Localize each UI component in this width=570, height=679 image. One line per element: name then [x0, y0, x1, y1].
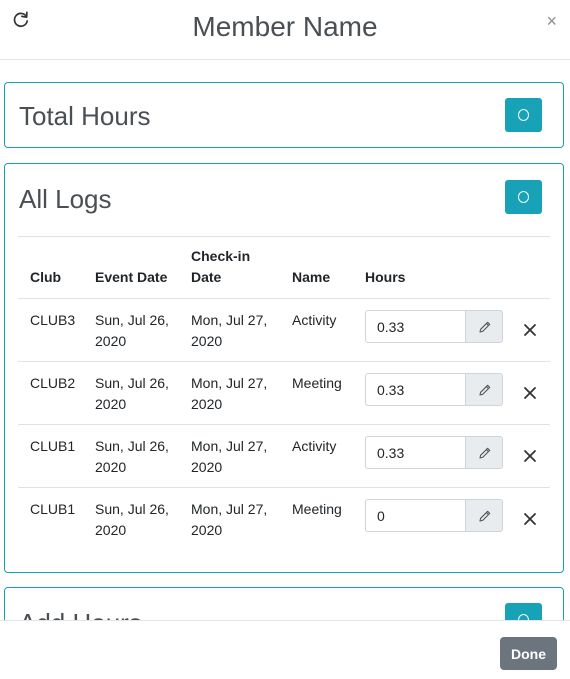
column-header-hours: Hours [365, 269, 406, 285]
hours-input-group [365, 499, 503, 532]
cell-event-date: Sun, Jul 26, 2020 [95, 501, 169, 538]
add-hours-toggle-button[interactable] [505, 603, 542, 620]
cell-checkin-date: Mon, Jul 27, 2020 [191, 501, 268, 538]
column-header-club: Club [30, 269, 62, 285]
cell-club: CLUB1 [30, 501, 76, 517]
cell-checkin-date: Mon, Jul 27, 2020 [191, 438, 268, 475]
edit-hours-button[interactable] [465, 499, 503, 532]
pencil-icon [479, 510, 491, 522]
add-hours-title: Add Hours [19, 608, 142, 620]
total-hours-title: Total Hours [19, 101, 151, 131]
cell-club: CLUB2 [30, 375, 76, 391]
circle-icon [518, 191, 529, 203]
cell-name: Activity [292, 312, 337, 328]
table-row: CLUB3 Sun, Jul 26, 2020 Mon, Jul 27, 202… [18, 299, 550, 362]
total-hours-toggle-button[interactable] [505, 98, 542, 132]
column-header-event-date: Event Date [95, 269, 168, 285]
pencil-icon [479, 447, 491, 459]
cell-name: Meeting [292, 375, 342, 391]
table-row: CLUB2 Sun, Jul 26, 2020 Mon, Jul 27, 202… [18, 362, 550, 425]
hours-input[interactable] [365, 499, 466, 532]
pencil-icon [479, 321, 491, 333]
all-logs-card: All Logs Club Event Date Check-in Date N… [4, 163, 564, 573]
hours-input-group [365, 436, 503, 469]
circle-icon [518, 109, 529, 121]
hours-input[interactable] [365, 310, 466, 343]
column-header-checkin-date: Check-in Date [191, 248, 251, 285]
column-header-name: Name [292, 269, 331, 285]
cell-event-date: Sun, Jul 26, 2020 [95, 375, 169, 412]
cell-checkin-date: Mon, Jul 27, 2020 [191, 375, 268, 412]
delete-log-icon[interactable] [523, 386, 537, 400]
cell-name: Activity [292, 438, 337, 454]
hours-input-group [365, 373, 503, 406]
cell-event-date: Sun, Jul 26, 2020 [95, 438, 169, 475]
table-header: Club Event Date Check-in Date Name Hours [18, 236, 550, 299]
add-hours-card: Add Hours [4, 587, 564, 620]
logs-table: Club Event Date Check-in Date Name Hours… [18, 236, 550, 551]
delete-log-icon[interactable] [523, 512, 537, 526]
hours-input[interactable] [365, 436, 466, 469]
all-logs-title: All Logs [19, 184, 112, 214]
pencil-icon [479, 384, 491, 396]
cell-name: Meeting [292, 501, 342, 517]
modal-header: Member Name × [0, 0, 570, 60]
table-row: CLUB1 Sun, Jul 26, 2020 Mon, Jul 27, 202… [18, 488, 550, 551]
all-logs-toggle-button[interactable] [505, 180, 542, 214]
hours-input[interactable] [365, 373, 466, 406]
delete-log-icon[interactable] [523, 323, 537, 337]
edit-hours-button[interactable] [465, 373, 503, 406]
edit-hours-button[interactable] [465, 436, 503, 469]
close-icon[interactable]: × [546, 12, 557, 30]
edit-hours-button[interactable] [465, 310, 503, 343]
cell-club: CLUB3 [30, 312, 76, 328]
table-row: CLUB1 Sun, Jul 26, 2020 Mon, Jul 27, 202… [18, 425, 550, 488]
cell-checkin-date: Mon, Jul 27, 2020 [191, 312, 268, 349]
total-hours-card: Total Hours [4, 82, 564, 148]
cell-club: CLUB1 [30, 438, 76, 454]
modal-title: Member Name [192, 11, 378, 42]
modal-body[interactable]: Total Hours All Logs Club Event Date Che… [0, 61, 570, 620]
delete-log-icon[interactable] [523, 449, 537, 463]
hours-input-group [365, 310, 503, 343]
cell-event-date: Sun, Jul 26, 2020 [95, 312, 169, 349]
modal-footer: Done [0, 620, 570, 679]
done-button[interactable]: Done [500, 637, 557, 670]
